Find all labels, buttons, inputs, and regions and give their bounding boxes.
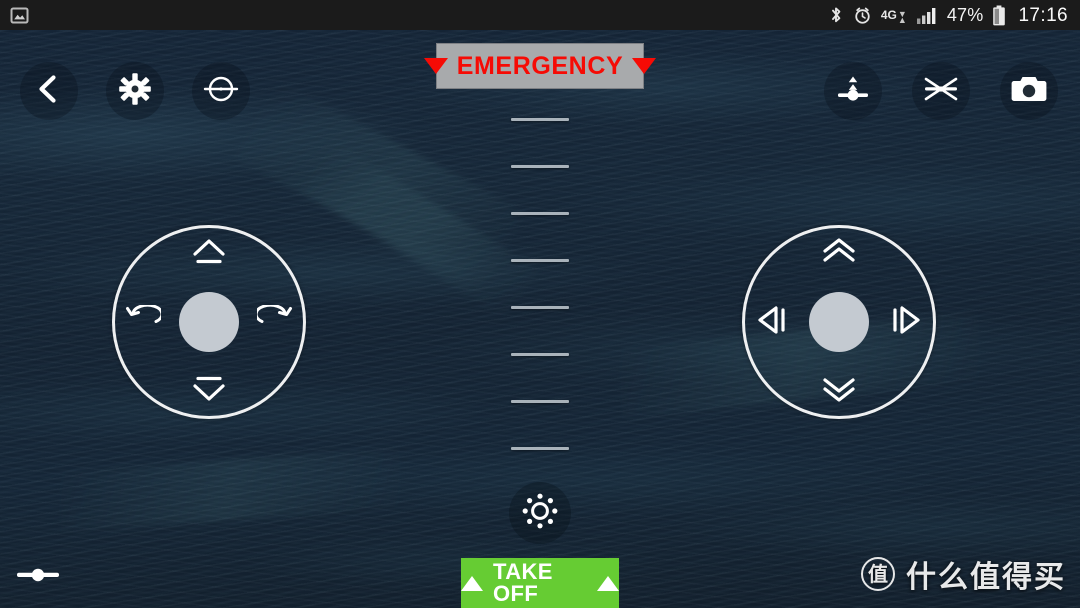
altitude-ladder-rung-8 — [511, 447, 569, 450]
double-chevron-down-icon — [818, 373, 860, 408]
yaw-left-indicator[interactable] — [122, 302, 164, 342]
pitch-backward-indicator[interactable] — [814, 373, 864, 407]
altitude-slider-icon — [834, 72, 872, 111]
altitude-ladder-rung-3 — [511, 212, 569, 215]
takeoff-button[interactable]: TAKE OFF — [461, 558, 619, 608]
toolbar-left — [20, 62, 250, 120]
triangle-up-icon-right — [597, 575, 619, 591]
altitude-ladder — [511, 118, 569, 468]
joystick-left[interactable] — [112, 225, 306, 419]
triangle-down-icon-left — [423, 58, 448, 74]
triangle-left-bar-icon — [754, 303, 790, 342]
rotate-ccw-icon — [123, 303, 164, 340]
rotate-cw-icon — [254, 303, 295, 340]
altitude-ladder-rung-2 — [511, 165, 569, 168]
altitude-hold-button[interactable] — [824, 62, 882, 120]
throttle-down-indicator[interactable] — [184, 373, 234, 407]
altitude-ladder-rung-6 — [511, 353, 569, 356]
altitude-ladder-rung-1 — [511, 118, 569, 121]
chevron-down-bar-icon — [188, 373, 230, 408]
chevron-up-bar-icon — [188, 237, 230, 272]
settings-button[interactable] — [106, 62, 164, 120]
joystick-right[interactable] — [742, 225, 936, 419]
propeller-stop-icon — [921, 72, 961, 111]
roll-left-indicator[interactable] — [752, 302, 792, 342]
camera-icon — [1010, 73, 1048, 110]
bottom-slider-handle[interactable] — [14, 568, 62, 586]
emergency-label: EMERGENCY — [456, 51, 624, 80]
triangle-right-bar-icon — [888, 303, 924, 342]
brightness-button[interactable] — [509, 482, 571, 544]
battery-percent-label: 47% — [946, 5, 984, 25]
horizon-level-icon — [202, 72, 240, 111]
network-type-indicator: 4G ▼ ▲ — [880, 7, 907, 25]
chevron-left-icon — [32, 72, 66, 111]
wave-highlight — [302, 140, 538, 320]
sun-icon — [520, 491, 560, 536]
triangle-up-icon-left — [461, 575, 483, 591]
android-status-bar: 4G ▼ ▲ 47% 17:16 — [0, 0, 1080, 30]
yaw-right-indicator[interactable] — [254, 302, 296, 342]
joystick-right-knob[interactable] — [809, 292, 869, 352]
drone-controller-app: 4G ▼ ▲ 47% 17:16 EMERGENCY TAKE OFF 值 什么… — [0, 0, 1080, 608]
signal-strength-icon — [916, 6, 938, 25]
network-type-label: 4G — [880, 8, 897, 22]
battery-icon — [992, 5, 1006, 26]
rotor-stop-button[interactable] — [912, 62, 970, 120]
takeoff-label: TAKE OFF — [493, 559, 553, 606]
clock-label: 17:16 — [1018, 4, 1068, 26]
roll-right-indicator[interactable] — [886, 302, 926, 342]
joystick-left-knob[interactable] — [179, 292, 239, 352]
alarm-icon — [853, 6, 872, 25]
data-transfer-arrows-icon: ▼ ▲ — [897, 8, 907, 25]
status-bar-left-group — [10, 6, 29, 25]
status-bar-right-group: 4G ▼ ▲ 47% 17:16 — [828, 5, 1068, 26]
triangle-down-icon-right — [632, 58, 657, 74]
double-chevron-up-icon — [818, 237, 860, 272]
wave-highlight — [58, 448, 402, 532]
altitude-ladder-rung-5 — [511, 306, 569, 309]
altitude-ladder-rung-7 — [511, 400, 569, 403]
pitch-forward-indicator[interactable] — [814, 237, 864, 271]
back-button[interactable] — [20, 62, 78, 120]
slider-handle-icon — [15, 567, 61, 588]
throttle-up-indicator[interactable] — [184, 237, 234, 271]
toolbar-right — [824, 62, 1058, 120]
horizon-calibration-button[interactable] — [192, 62, 250, 120]
bluetooth-icon — [828, 5, 844, 25]
camera-shutter-button[interactable] — [1000, 62, 1058, 120]
emergency-button[interactable]: EMERGENCY — [423, 43, 657, 89]
gear-icon — [118, 72, 152, 111]
altitude-ladder-rung-4 — [511, 259, 569, 262]
screenshot-icon — [10, 6, 29, 25]
